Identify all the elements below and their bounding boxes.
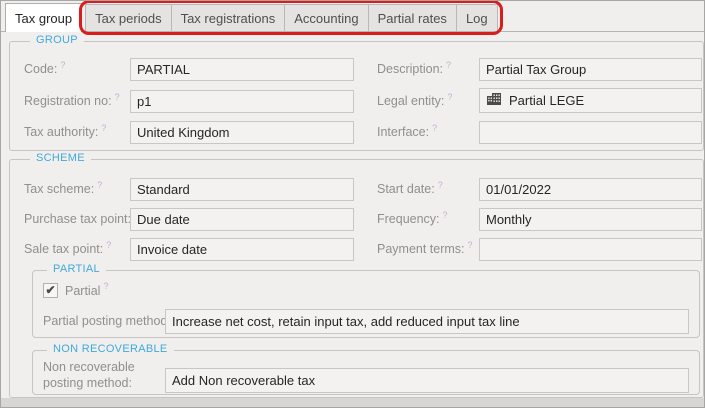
tab-partial-rates[interactable]: Partial rates [367, 4, 457, 31]
frequency-field[interactable]: Monthly [479, 208, 702, 231]
tab-tax-group[interactable]: Tax group [5, 3, 83, 32]
partial-posting-method-field[interactable]: Increase net cost, retain input tax, add… [165, 309, 689, 334]
building-icon [486, 90, 502, 111]
tax-authority-field[interactable]: United Kingdom [130, 121, 354, 144]
help-icon[interactable]: ? [115, 92, 120, 102]
scheme-section: SCHEME Tax scheme:? Standard Start date:… [9, 152, 704, 398]
start-date-field[interactable]: 01/01/2022 [479, 178, 702, 201]
non-recoverable-posting-method-label: Non recoverable posting method: [43, 360, 135, 390]
payment-terms-field[interactable] [479, 238, 702, 261]
code-field[interactable]: PARTIAL [130, 58, 354, 81]
description-label: Description:? [377, 59, 452, 76]
partial-checkbox[interactable]: ✔ [43, 283, 58, 298]
help-icon[interactable]: ? [101, 123, 106, 133]
non-recoverable-section-caption: NON RECOVERABLE [47, 343, 174, 355]
tax-scheme-field[interactable]: Standard [130, 178, 354, 201]
partial-posting-method-label: Partial posting method: [43, 314, 171, 328]
annotated-tab-group: Tax periods Tax registrations Accounting… [79, 1, 503, 35]
non-recoverable-section: NON RECOVERABLE Non recoverable posting … [32, 343, 700, 395]
help-icon[interactable]: ? [97, 180, 102, 190]
partial-section: PARTIAL ✔ Partial? Partial posting metho… [32, 263, 700, 338]
help-icon[interactable]: ? [438, 180, 443, 190]
legal-entity-label: Legal entity:? [377, 91, 453, 108]
purchase-tax-point-label: Purchase tax point:? [24, 208, 139, 231]
help-icon[interactable]: ? [432, 123, 437, 133]
tab-bar: Tax group Tax periods Tax registrations … [1, 1, 704, 35]
tab-accounting[interactable]: Accounting [284, 4, 369, 31]
start-date-label: Start date:? [377, 179, 443, 196]
purchase-tax-point-field[interactable]: Due date [130, 208, 354, 231]
group-section-caption: GROUP [30, 34, 84, 46]
registration-no-field[interactable]: p1 [130, 90, 354, 113]
help-icon[interactable]: ? [468, 240, 473, 250]
group-section: GROUP Code:? PARTIAL Description:? Parti… [9, 34, 704, 151]
tab-tax-registrations[interactable]: Tax registrations [170, 4, 286, 31]
tab-tax-periods[interactable]: Tax periods [85, 4, 172, 31]
frequency-label: Frequency:? [377, 209, 448, 226]
help-icon[interactable]: ? [103, 281, 108, 291]
help-icon[interactable]: ? [443, 210, 448, 220]
help-icon[interactable]: ? [60, 60, 65, 70]
window-bottom-strip [1, 398, 704, 407]
description-field[interactable]: Partial Tax Group [479, 58, 702, 81]
non-recoverable-posting-method-field[interactable]: Add Non recoverable tax [165, 368, 689, 393]
scheme-section-caption: SCHEME [30, 152, 91, 164]
help-icon[interactable]: ? [106, 240, 111, 250]
interface-field[interactable] [479, 121, 702, 144]
code-label: Code:? [24, 59, 66, 76]
tax-authority-label: Tax authority:? [24, 122, 107, 139]
partial-section-caption: PARTIAL [47, 263, 106, 275]
tax-group-window: Tax group Tax periods Tax registrations … [0, 0, 705, 408]
tab-log[interactable]: Log [455, 4, 498, 31]
sale-tax-point-field[interactable]: Invoice date [130, 238, 354, 261]
tax-scheme-label: Tax scheme:? [24, 179, 103, 196]
help-icon[interactable]: ? [446, 60, 451, 70]
payment-terms-label: Payment terms:? [377, 239, 473, 256]
interface-label: Interface:? [377, 122, 438, 139]
registration-no-label: Registration no:? [24, 91, 120, 108]
partial-checkbox-label: Partial? [65, 281, 109, 298]
legal-entity-field[interactable]: Partial LEGE [479, 88, 702, 113]
help-icon[interactable]: ? [447, 92, 452, 102]
sale-tax-point-label: Sale tax point:? [24, 239, 112, 256]
